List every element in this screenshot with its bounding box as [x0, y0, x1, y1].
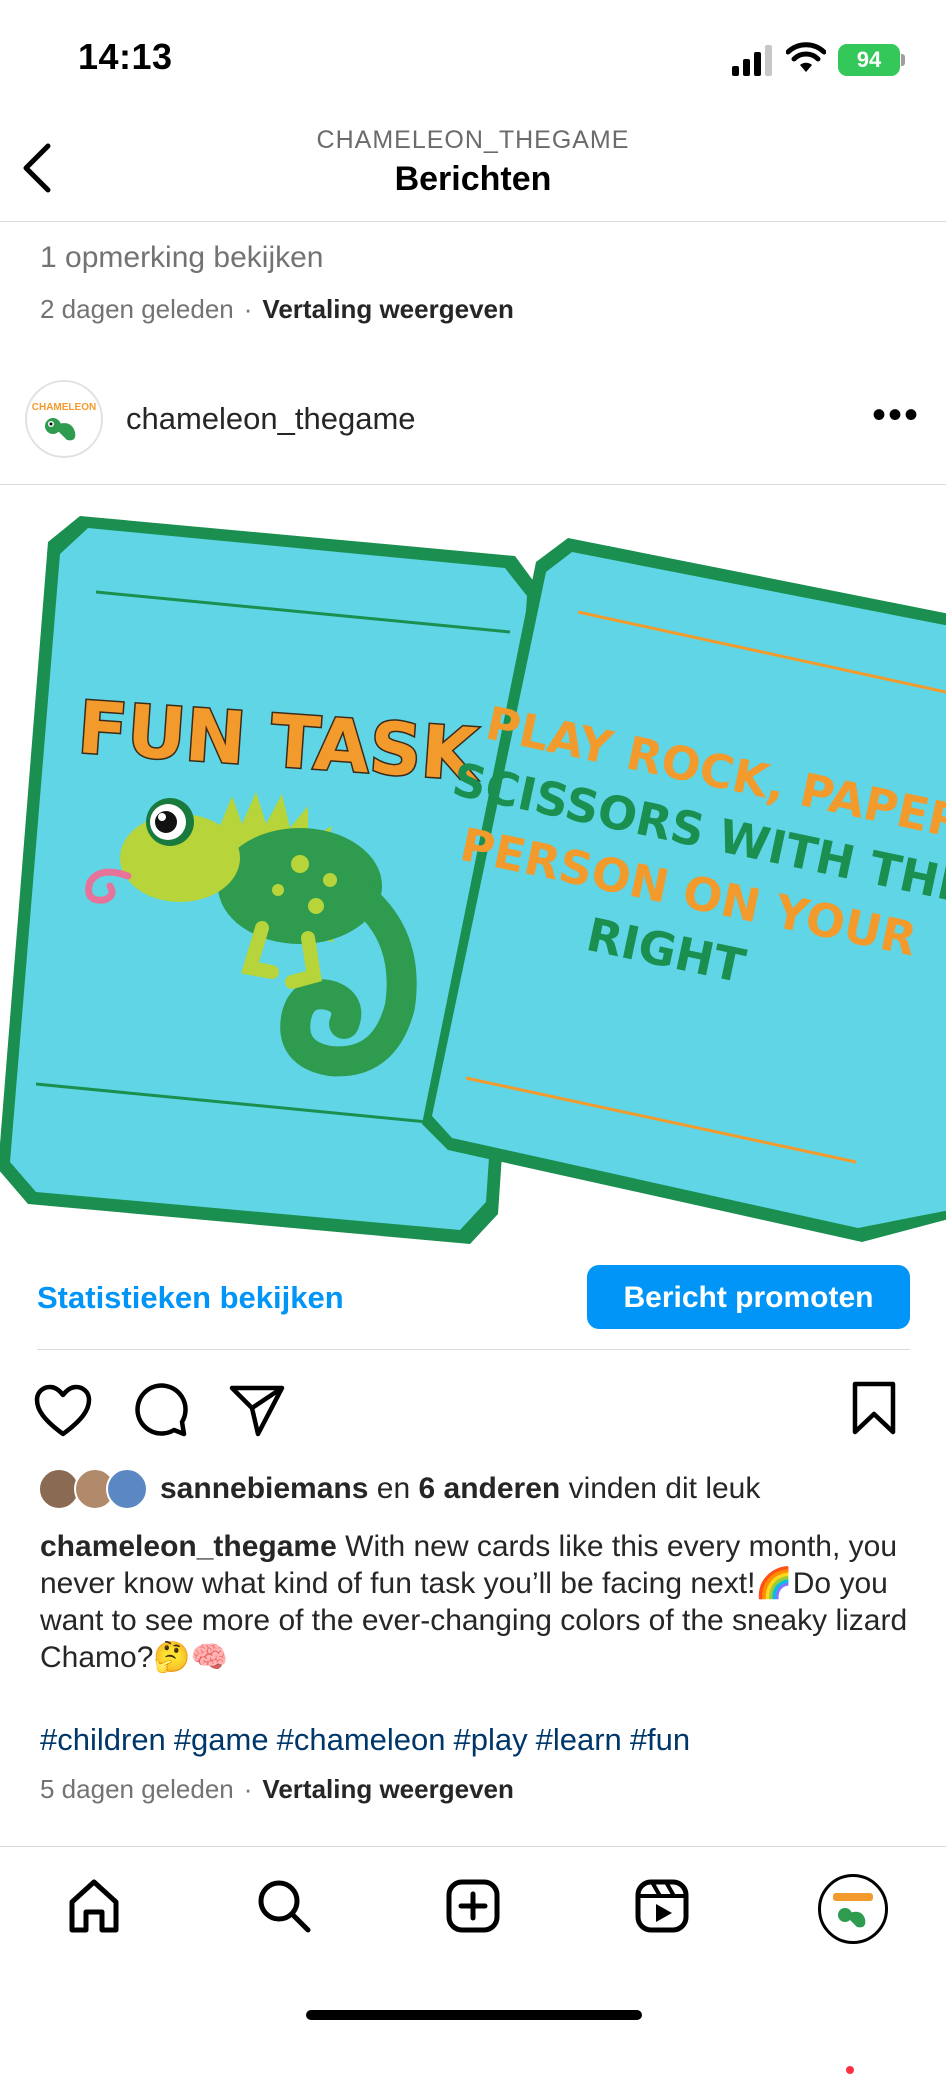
post-username[interactable]: chameleon_thegame — [126, 401, 416, 437]
comment-icon[interactable] — [132, 1382, 188, 1438]
liker-avatar-3 — [106, 1468, 148, 1510]
send-icon[interactable] — [228, 1382, 286, 1438]
create-post-icon[interactable] — [445, 1878, 501, 1934]
hashtag-link[interactable]: #fun — [630, 1722, 690, 1757]
actions-divider — [37, 1349, 910, 1350]
meta-separator: · — [243, 1774, 253, 1804]
post-header-divider — [0, 484, 946, 485]
post-caption: chameleon_thegame With new cards like th… — [40, 1528, 910, 1676]
wifi-icon — [786, 42, 826, 72]
likes-others-link[interactable]: 6 anderen — [418, 1472, 560, 1505]
post-meta: 5 dagen geleden · Vertaling weergeven — [40, 1774, 514, 1805]
status-time: 14:13 — [78, 36, 173, 77]
cellular-signal-icon — [732, 45, 772, 76]
battery-indicator: 94 — [838, 44, 900, 76]
post-avatar[interactable]: CHAMELEON — [25, 380, 103, 458]
hashtag-link[interactable]: #game — [174, 1722, 269, 1757]
liker-username[interactable]: sannebiemans — [160, 1472, 368, 1505]
view-comments-link[interactable]: 1 opmerking bekijken — [40, 241, 324, 275]
hashtag-link[interactable]: #chameleon — [277, 1722, 446, 1757]
chameleon-logo-icon: CHAMELEON — [32, 402, 96, 441]
post-time: 2 dagen geleden — [40, 294, 234, 324]
post-time: 5 dagen geleden — [40, 1774, 234, 1804]
translate-link[interactable]: Vertaling weergeven — [262, 1774, 513, 1804]
page-title: Berichten — [394, 160, 552, 198]
post-image[interactable]: FUN TASK PLAY ROCK, PAPER, SCISSORS WITH… — [0, 486, 946, 1248]
svg-text:CHAMELEON: CHAMELEON — [32, 402, 96, 413]
hashtag-link[interactable]: #play — [454, 1722, 528, 1757]
bookmark-icon[interactable] — [850, 1380, 898, 1436]
notification-dot — [846, 2066, 854, 2074]
home-indicator — [306, 2010, 642, 2020]
bottom-nav-divider — [0, 1846, 946, 1847]
home-icon[interactable] — [66, 1878, 122, 1934]
chameleon-logo-icon — [833, 1893, 873, 1928]
hashtag-link[interactable]: #learn — [536, 1722, 622, 1757]
profile-avatar[interactable] — [818, 1874, 888, 1944]
promote-post-button[interactable]: Bericht promoten — [587, 1265, 910, 1329]
translate-link[interactable]: Vertaling weergeven — [262, 294, 513, 324]
caption-username[interactable]: chameleon_thegame — [40, 1530, 337, 1563]
view-insights-link[interactable]: Statistieken bekijken — [37, 1280, 344, 1316]
likes-summary: sannebiemans en 6 anderen vinden dit leu… — [160, 1472, 761, 1505]
reels-icon[interactable] — [634, 1878, 690, 1934]
more-options-icon[interactable]: ••• — [872, 395, 920, 435]
header-divider — [0, 221, 946, 222]
meta-separator: · — [243, 294, 253, 324]
heart-icon[interactable] — [34, 1384, 92, 1438]
hashtag-link[interactable]: #children — [40, 1722, 166, 1757]
battery-tip — [901, 54, 905, 66]
hashtags: #children #game #chameleon #play #learn #fun — [40, 1722, 698, 1758]
search-icon[interactable] — [256, 1878, 312, 1934]
previous-post-meta: 2 dagen geleden · Vertaling weergeven — [40, 294, 514, 325]
header-account: CHAMELEON_THEGAME — [316, 126, 630, 154]
